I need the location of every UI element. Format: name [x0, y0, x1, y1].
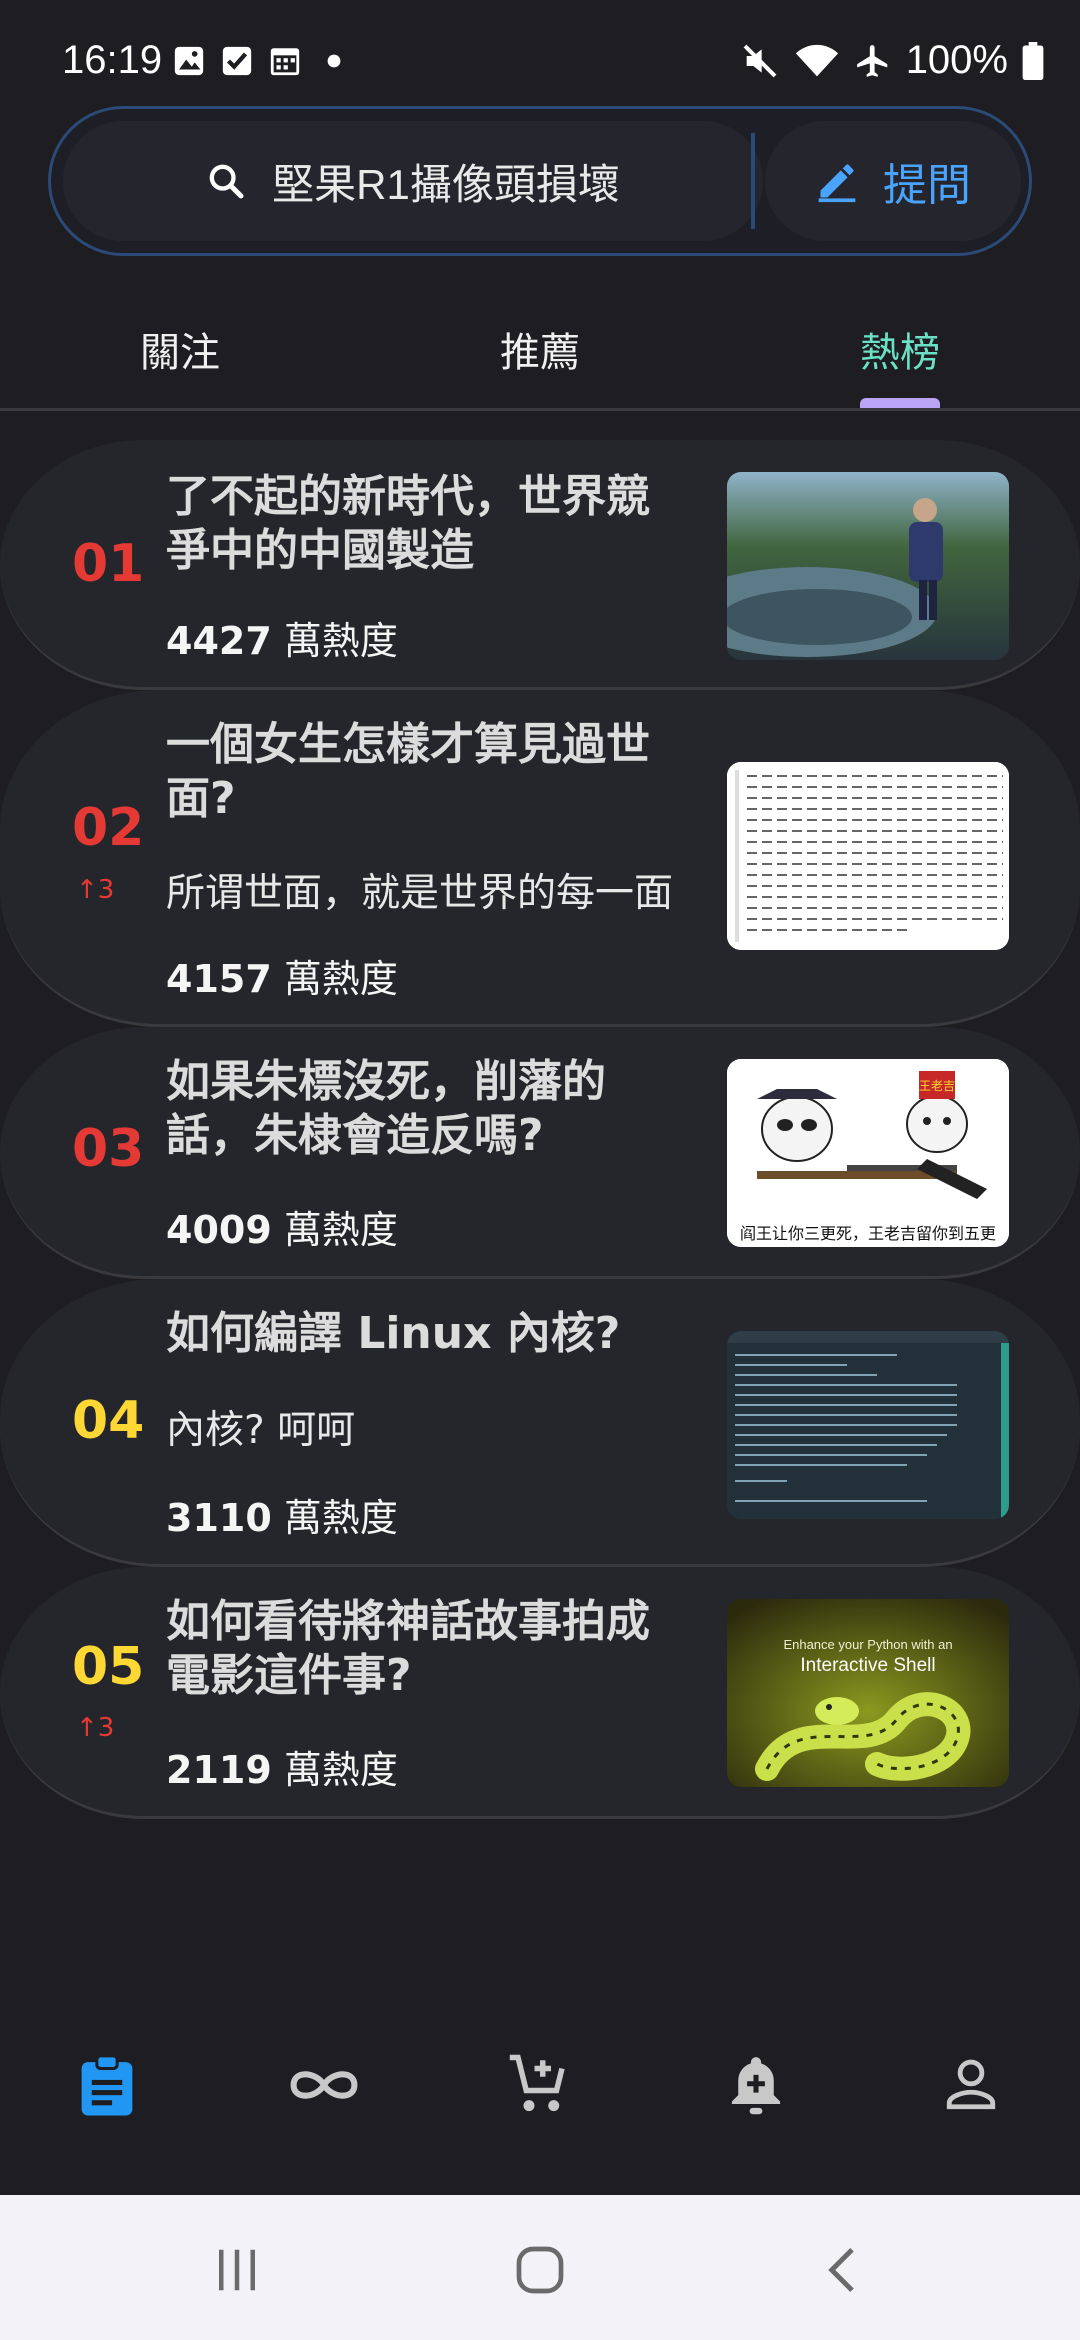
ask-label: 提問 [883, 160, 971, 211]
nav-shop[interactable] [495, 2040, 585, 2130]
ask-question-button[interactable]: 提問 [765, 121, 1021, 241]
item-title: 如何編譯 Linux 內核? [166, 1308, 621, 1359]
image-icon [174, 46, 204, 76]
back-icon [828, 2247, 854, 2293]
checkbox-icon [222, 46, 252, 76]
cart-add-icon [509, 2054, 565, 2112]
search-input[interactable]: 堅果R1攝像頭損壞 [63, 121, 763, 241]
text-grid-image [727, 762, 1009, 950]
recent-apps-icon [219, 2249, 255, 2291]
airplane-icon [856, 44, 887, 77]
python-snake-image: Enhance your Python with an Interactive … [727, 1599, 1009, 1787]
list-item[interactable]: 04 如何編譯 Linux 內核? 內核? 呵呵 3110 萬熱度 [0, 1279, 1080, 1567]
bell-add-icon [731, 2057, 781, 2115]
tab-hot-list[interactable]: 熱榜 [860, 320, 940, 378]
svg-text:Enhance your Python with an: Enhance your Python with an [783, 1637, 952, 1652]
rank-number: 02 [72, 798, 145, 858]
hot-list: 01 了不起的新時代，世界競爭中的中國製造 4427 萬熱度 02 ↑3 一個女… [0, 440, 1080, 1819]
heat-count: 2119 萬熱度 [166, 1748, 398, 1792]
mute-icon [743, 44, 777, 77]
item-title: 如果朱標沒死，削藩的話，朱棣會造反嗎? [166, 1056, 606, 1161]
tabs-divider [0, 408, 1080, 411]
list-item[interactable]: 05 ↑3 如何看待將神話故事拍成電影這件事? 2119 萬熱度 Enhance… [0, 1567, 1080, 1819]
system-status: 100% [740, 38, 1044, 83]
item-title: 了不起的新時代，世界競爭中的中國製造 [166, 471, 650, 576]
notification-icons [172, 44, 342, 78]
rank-number: 05 [72, 1637, 145, 1697]
calendar-icon [270, 48, 300, 76]
search-bar: 堅果R1攝像頭損壞 提問 [48, 106, 1032, 256]
rank-number: 01 [72, 534, 145, 594]
tab-recommended[interactable]: 推薦 [500, 320, 580, 378]
search-icon [209, 164, 244, 199]
recent-apps-button[interactable] [202, 2235, 272, 2305]
item-title: 如何看待將神話故事拍成電影這件事? [166, 1596, 650, 1701]
svg-text:王老吉: 王老吉 [919, 1079, 955, 1093]
person-icon [946, 2059, 996, 2110]
heat-count: 4427 萬熱度 [166, 619, 398, 663]
edit-icon [818, 164, 856, 203]
list-item[interactable]: 02 ↑3 一個女生怎樣才算見過世面? 所谓世面，就是世界的每一面 4157 萬… [0, 690, 1080, 1027]
svg-text:Interactive Shell: Interactive Shell [800, 1655, 935, 1676]
heat-count: 4009 萬熱度 [166, 1208, 398, 1252]
tab-bar: 關注 推薦 熱榜 [0, 280, 1080, 410]
nav-profile[interactable] [926, 2040, 1016, 2130]
rank-number: 03 [72, 1119, 145, 1179]
svg-text:阎王让你三更死，王老吉留你到五更: 阎王让你三更死，王老吉留你到五更 [740, 1224, 996, 1243]
wifi-icon [795, 44, 838, 76]
radio-telescope-photo [727, 472, 1009, 660]
rank-change: ↑3 [76, 875, 115, 905]
infinity-icon [290, 2071, 358, 2099]
system-navigation-bar [0, 2195, 1080, 2340]
bottom-navigation [0, 2020, 1080, 2150]
home-button[interactable] [505, 2235, 575, 2305]
battery-icon [1022, 41, 1044, 80]
terminal-screenshot [727, 1331, 1009, 1519]
item-excerpt: 內核? 呵呵 [166, 1408, 356, 1453]
nav-discover[interactable] [279, 2040, 369, 2130]
list-item[interactable]: 01 了不起的新時代，世界競爭中的中國製造 4427 萬熱度 [0, 440, 1080, 690]
dot-icon [327, 54, 341, 68]
heat-count: 3110 萬熱度 [166, 1496, 398, 1540]
tab-following[interactable]: 關注 [140, 320, 220, 378]
status-time: 16:19 [62, 38, 163, 82]
search-divider [751, 133, 755, 229]
item-title: 一個女生怎樣才算見過世面? [166, 719, 650, 824]
nav-notifications[interactable] [711, 2040, 801, 2130]
meme-image: 王老吉 阎王让你三更死，王老吉留你到五更 [727, 1059, 1009, 1247]
clipboard-icon [81, 2054, 133, 2116]
rank-change: ↑3 [76, 1713, 115, 1743]
list-item[interactable]: 03 如果朱標沒死，削藩的話，朱棣會造反嗎? 4009 萬熱度 王老吉 阎王让你… [0, 1027, 1080, 1279]
search-query: 堅果R1攝像頭損壞 [272, 160, 620, 208]
status-bar: 16:19 100% [0, 0, 1080, 110]
heat-count: 4157 萬熱度 [166, 957, 398, 1001]
rank-number: 04 [72, 1391, 145, 1451]
home-icon [516, 2246, 564, 2294]
item-excerpt: 所谓世面，就是世界的每一面 [166, 871, 674, 916]
battery-percent: 100% [905, 38, 1008, 82]
back-button[interactable] [808, 2235, 878, 2305]
nav-hot-list[interactable] [62, 2040, 152, 2130]
